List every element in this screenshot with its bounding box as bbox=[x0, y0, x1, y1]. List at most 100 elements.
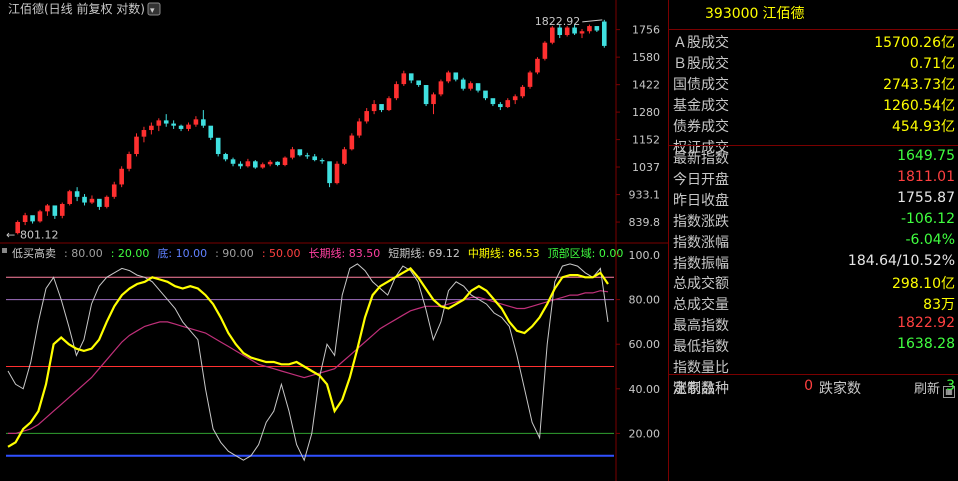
candle-body bbox=[30, 215, 35, 222]
quote-value: 1638.28 bbox=[897, 336, 955, 353]
candle-body bbox=[423, 85, 429, 105]
high-marker bbox=[582, 19, 603, 23]
candle-body bbox=[557, 27, 563, 36]
divider bbox=[669, 374, 958, 375]
candle-body bbox=[297, 149, 303, 156]
candle-body bbox=[371, 104, 377, 112]
candle-body bbox=[431, 94, 436, 105]
quote-label: 最新指数 bbox=[673, 151, 729, 167]
candle-body bbox=[349, 135, 355, 150]
quote-row: 昨日收盘 1755.87 bbox=[669, 189, 958, 209]
price-tick-label: 1580 bbox=[632, 51, 660, 64]
candle-body bbox=[564, 27, 570, 36]
chart-area[interactable]: 江佰德(日线 前复权 对数) ▾ 1756 1580 1422 1280 1152 1037 9… bbox=[0, 0, 668, 481]
candle-body bbox=[587, 26, 592, 32]
candle-body bbox=[260, 164, 266, 168]
legend-item: 底: 10.00 bbox=[157, 246, 207, 260]
candle-body bbox=[171, 123, 176, 126]
candle-body bbox=[238, 163, 243, 167]
price-tick-label: 839.8 bbox=[629, 216, 661, 229]
candle-body bbox=[304, 155, 310, 157]
candle-body bbox=[104, 196, 110, 207]
quote-row: 基金成交 1260.54亿 bbox=[669, 94, 958, 114]
indicator-tick-label: 20.00 bbox=[629, 427, 661, 440]
candle-body bbox=[201, 119, 206, 126]
quote-value: 83万 bbox=[923, 297, 955, 314]
candle-body bbox=[401, 73, 407, 85]
candle-body bbox=[89, 198, 95, 203]
candle-body bbox=[149, 125, 154, 131]
legend-marker-icon bbox=[2, 248, 7, 253]
candle-body bbox=[601, 21, 607, 46]
up-count-label: 涨家数 bbox=[673, 381, 715, 397]
quote-row: 国债成交 2743.73亿 bbox=[669, 73, 958, 93]
up-count-value: 0 bbox=[804, 378, 813, 394]
candle-body bbox=[386, 98, 392, 111]
candle-body bbox=[215, 137, 221, 155]
quote-row: 总成交量 83万 bbox=[669, 293, 958, 313]
candle-body bbox=[178, 125, 184, 129]
high-label: 1822.92 bbox=[535, 15, 581, 28]
quote-label: 指数涨跌 bbox=[673, 213, 729, 230]
index-header: 393000 江佰德 bbox=[669, 0, 958, 30]
candle-body bbox=[446, 72, 451, 82]
candle-body bbox=[319, 160, 325, 162]
candle-body bbox=[275, 161, 280, 166]
candle-body bbox=[59, 203, 65, 216]
candle-body bbox=[483, 90, 488, 99]
legend-item: 低买高卖 bbox=[12, 246, 56, 260]
candle-body bbox=[460, 79, 466, 89]
quote-row: 最高指数 1822.92 bbox=[669, 314, 958, 334]
candle-body bbox=[505, 100, 511, 108]
quote-value: 1811.01 bbox=[897, 168, 955, 185]
legend-item: : 20.00 bbox=[111, 247, 150, 260]
series-line bbox=[7, 263, 609, 462]
quote-label: Ｂ股成交 bbox=[673, 55, 729, 72]
candle-body bbox=[97, 198, 102, 207]
quote-value: 184.64/10.52% bbox=[847, 252, 955, 269]
quote-value: 1649.75 bbox=[897, 148, 955, 164]
price-tick-label: 1152 bbox=[632, 134, 660, 147]
quote-value: -106.12 bbox=[900, 210, 955, 227]
candle-body bbox=[527, 72, 533, 87]
candle-body bbox=[134, 136, 139, 155]
price-tick-label: 1756 bbox=[632, 24, 660, 37]
quote-label: 最高指数 bbox=[673, 318, 729, 335]
candle-body bbox=[408, 73, 414, 81]
candle-body bbox=[22, 215, 28, 222]
quote-value: 1755.87 bbox=[897, 189, 955, 206]
quote-label: 国债成交 bbox=[673, 76, 729, 93]
quote-label: 指数涨幅 bbox=[673, 234, 729, 251]
candle-body bbox=[498, 104, 503, 108]
quote-row: 指数涨幅 -6.04% bbox=[669, 231, 958, 251]
quote-row: 指数涨跌 -106.12 bbox=[669, 210, 958, 230]
quote-value: 0.71亿 bbox=[909, 55, 955, 72]
legend-item: 长期线: 83.50 bbox=[309, 246, 381, 260]
quote-value: 298.10亿 bbox=[892, 276, 955, 293]
chart-canvas[interactable]: 江佰德(日线 前复权 对数) ▾ 1756 1580 1422 1280 1152 1037 9… bbox=[0, 0, 668, 481]
price-tick-label: 1037 bbox=[632, 161, 660, 174]
candle-body bbox=[126, 154, 132, 169]
candle-body bbox=[468, 83, 473, 89]
quote-row: 指数量比 bbox=[669, 356, 958, 376]
indicator-tick-label: 80.00 bbox=[629, 294, 661, 307]
legend-item: : 50.00 bbox=[262, 247, 301, 260]
price-tick-label: 1280 bbox=[632, 106, 660, 119]
candle-body bbox=[141, 130, 147, 137]
candle-body bbox=[490, 98, 496, 105]
indicator-tick-label: 100.0 bbox=[629, 249, 661, 262]
candle-body bbox=[416, 80, 421, 86]
quote-row: 最低指数 1638.28 bbox=[669, 335, 958, 355]
candle-body bbox=[572, 27, 577, 34]
quote-label: 基金成交 bbox=[673, 97, 729, 114]
quote-label: 总成交量 bbox=[673, 297, 729, 314]
legend-item: 顶部区域: 0.00 bbox=[548, 246, 624, 260]
candle-body bbox=[52, 205, 58, 216]
index-code: 393000 bbox=[705, 6, 759, 22]
chevron-down-icon: ▾ bbox=[150, 6, 155, 16]
candle-body bbox=[193, 119, 199, 125]
candle-body bbox=[163, 120, 169, 124]
candle-body bbox=[230, 159, 236, 164]
legend-item: : 80.00 bbox=[64, 247, 103, 260]
candle-body bbox=[520, 86, 525, 97]
